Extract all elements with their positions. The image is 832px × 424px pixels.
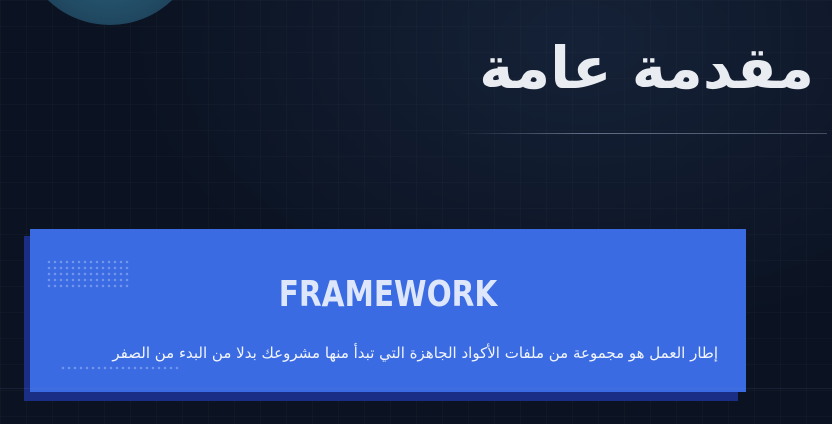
card-heading: FRAMEWORK bbox=[278, 274, 498, 315]
title-divider bbox=[455, 133, 827, 134]
bottom-divider bbox=[0, 388, 832, 389]
card-description: إطار العمل هو مجموعة من ملفات الأكواد ال… bbox=[112, 344, 718, 362]
definition-card: FRAMEWORK إطار العمل هو مجموعة من ملفات … bbox=[30, 229, 746, 392]
dot-pattern-bottom bbox=[60, 365, 180, 371]
slide-title: مقدمة عامة bbox=[479, 34, 814, 102]
